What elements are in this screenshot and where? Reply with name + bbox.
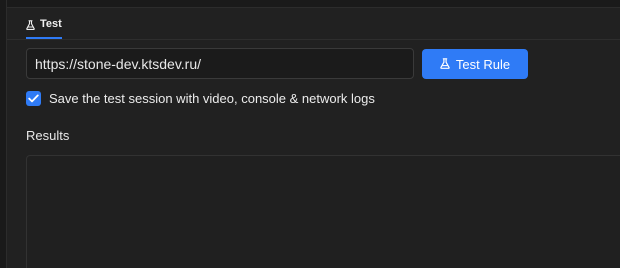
save-session-checkbox[interactable] [26, 91, 41, 106]
test-rule-button-label: Test Rule [455, 56, 511, 72]
save-session-label: Save the test session with video, consol… [49, 91, 375, 106]
results-title: Results [26, 128, 70, 143]
checkmark-icon [28, 90, 39, 108]
top-strip [7, 0, 620, 8]
left-gutter [0, 0, 7, 268]
tab-test[interactable]: Test [26, 18, 62, 39]
results-panel [26, 155, 620, 268]
tab-test-label: Test [40, 18, 62, 30]
flask-icon [26, 18, 35, 33]
save-session-option[interactable]: Save the test session with video, consol… [26, 91, 375, 106]
active-tab-indicator [26, 37, 62, 39]
flask-icon [440, 57, 450, 72]
test-rule-button[interactable]: Test Rule [422, 49, 528, 79]
test-panel: Test Test Rule Save the test session wit… [0, 0, 620, 268]
tab-bar: Test [7, 8, 620, 40]
url-input[interactable] [26, 48, 414, 79]
